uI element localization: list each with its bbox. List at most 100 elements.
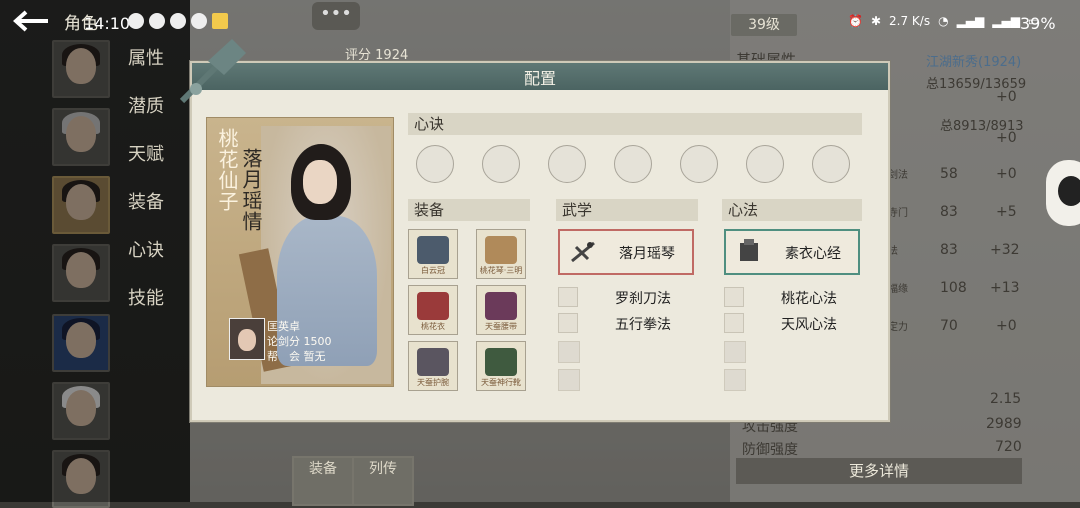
character-card: 桃花仙子 落月瑶情 匡英卓 论剑分 1500 帮 会 暂无	[206, 117, 394, 387]
empty-mind-slot[interactable]	[724, 341, 746, 363]
notification-icons	[128, 13, 228, 29]
owner-face	[238, 329, 256, 351]
heart-slot[interactable]	[614, 145, 652, 183]
tab-equipment[interactable]: 装备	[292, 456, 354, 506]
attr-label: 福缘	[888, 284, 908, 295]
net-speed: 2.7 K/s	[889, 14, 931, 28]
equip-label: 桃花衣	[421, 322, 445, 331]
heart-slot[interactable]	[812, 145, 850, 183]
attr-value: 70	[940, 318, 958, 334]
character-name: 落月瑶情	[239, 148, 263, 232]
skill-figure-icon	[558, 313, 578, 333]
hp-bonus: +0	[996, 89, 1017, 105]
stat-value: 2989	[986, 416, 1022, 432]
attr-label: 定力	[888, 322, 908, 333]
side-menu: 属性 潜质 天赋 装备 心诀 技能	[128, 44, 164, 332]
heart-slot[interactable]	[416, 145, 454, 183]
attr-value: 58	[940, 166, 958, 182]
stat-value: 720	[995, 439, 1022, 455]
heart-slot[interactable]	[548, 145, 586, 183]
mail-icon	[212, 13, 228, 29]
mind-item-name: 天风心法	[781, 317, 837, 333]
app-icon	[170, 13, 186, 29]
floating-qq-button[interactable]	[1046, 160, 1080, 226]
menu-attributes[interactable]: 属性	[128, 44, 164, 92]
heart-slot[interactable]	[482, 145, 520, 183]
mind-main-name: 素衣心经	[785, 246, 841, 262]
menu-talent[interactable]: 天赋	[128, 140, 164, 188]
owner-avatar	[229, 318, 265, 360]
wechat-icon	[128, 13, 144, 29]
hp-label: 总	[926, 77, 940, 92]
martial-main-slot[interactable]: 落月瑶琴	[558, 229, 694, 275]
chat-icon	[149, 13, 165, 29]
attr-value: 83	[940, 204, 958, 220]
page-title: 角色	[64, 14, 98, 34]
attr-bonus: +32	[990, 242, 1020, 258]
signal-icon-2: ▂▄▆	[992, 14, 1020, 28]
martial-item-name: 罗刹刀法	[615, 291, 671, 307]
signal-icon: ▂▄▆	[956, 14, 985, 28]
equip-label: 白云冠	[421, 266, 445, 275]
weapon-icon	[485, 236, 517, 264]
owner-score: 论剑分 1500	[267, 335, 332, 348]
attr-label: 剑法	[888, 170, 908, 181]
dialog-title: 配置	[523, 69, 556, 88]
belt-icon	[485, 292, 517, 320]
empty-martial-slot[interactable]	[558, 369, 580, 391]
stat-value: 2.15	[990, 391, 1022, 407]
menu-heart-art[interactable]: 心诀	[128, 236, 164, 284]
face-illustration	[303, 160, 337, 204]
mind-main-slot[interactable]: 素衣心经	[724, 229, 860, 275]
boots-icon	[485, 348, 517, 376]
skill-figure-icon	[558, 287, 578, 307]
heart-slot[interactable]	[746, 145, 784, 183]
equip-slot-weapon[interactable]: 桃花琴·三明	[476, 229, 526, 279]
tab-biography[interactable]: 列传	[352, 456, 414, 506]
mind-item[interactable]: 桃花心法	[724, 287, 864, 307]
martial-main-name: 落月瑶琴	[619, 246, 675, 262]
equip-slot-armor[interactable]: 桃花衣	[408, 285, 458, 335]
mind-item-name: 桃花心法	[781, 291, 837, 307]
attr-bonus: +13	[990, 280, 1020, 296]
bluetooth-icon: ✱	[870, 14, 882, 28]
empty-martial-slot[interactable]	[558, 341, 580, 363]
martial-item-name: 五行拳法	[615, 317, 671, 333]
back-arrow-icon	[13, 10, 48, 32]
rank-title: 江湖新秀(1924)	[926, 55, 1022, 70]
browser-icon	[191, 13, 207, 29]
heart-slot[interactable]	[680, 145, 718, 183]
bracer-icon	[417, 348, 449, 376]
equip-slot-belt[interactable]: 天蚕腰带	[476, 285, 526, 335]
attr-value: 83	[940, 242, 958, 258]
menu-equipment[interactable]: 装备	[128, 188, 164, 236]
skill-figure-icon	[724, 287, 744, 307]
stat-label: 防御强度	[742, 442, 798, 458]
system-icons: ⏰ ✱ 2.7 K/s ◔ ▂▄▆ ▂▄▆ ▭	[848, 14, 1039, 28]
qq-penguin-icon	[1058, 176, 1080, 206]
equip-label: 天蚕护腕	[417, 378, 449, 387]
owner-guild: 帮 会 暂无	[267, 350, 326, 363]
martial-item[interactable]: 罗刹刀法	[558, 287, 698, 307]
menu-skills[interactable]: 技能	[128, 284, 164, 332]
equip-slot-helmet[interactable]: 白云冠	[408, 229, 458, 279]
martial-item[interactable]: 五行拳法	[558, 313, 698, 333]
attr-value: 108	[940, 280, 967, 296]
mind-item[interactable]: 天风心法	[724, 313, 864, 333]
wifi-icon: ◔	[938, 14, 949, 28]
skill-figure-icon	[724, 313, 744, 333]
battery-level: 39%	[1020, 14, 1056, 33]
mind-section-bar: 心法	[722, 199, 862, 221]
menu-potential[interactable]: 潜质	[128, 92, 164, 140]
equip-label: 天蚕腰带	[485, 322, 517, 331]
martial-skill-icon	[571, 241, 595, 263]
martial-section-bar: 武学	[556, 199, 698, 221]
mp-bonus: +0	[996, 130, 1017, 146]
equip-slot-bracer[interactable]: 天蚕护腕	[408, 341, 458, 391]
more-details-button[interactable]: 更多详情	[736, 458, 1022, 484]
empty-mind-slot[interactable]	[724, 369, 746, 391]
owner-name: 匡英卓	[267, 320, 300, 333]
equip-slot-boots[interactable]: 天蚕神行靴	[476, 341, 526, 391]
equip-label: 桃花琴·三明	[479, 266, 523, 275]
back-button[interactable]	[8, 6, 54, 36]
